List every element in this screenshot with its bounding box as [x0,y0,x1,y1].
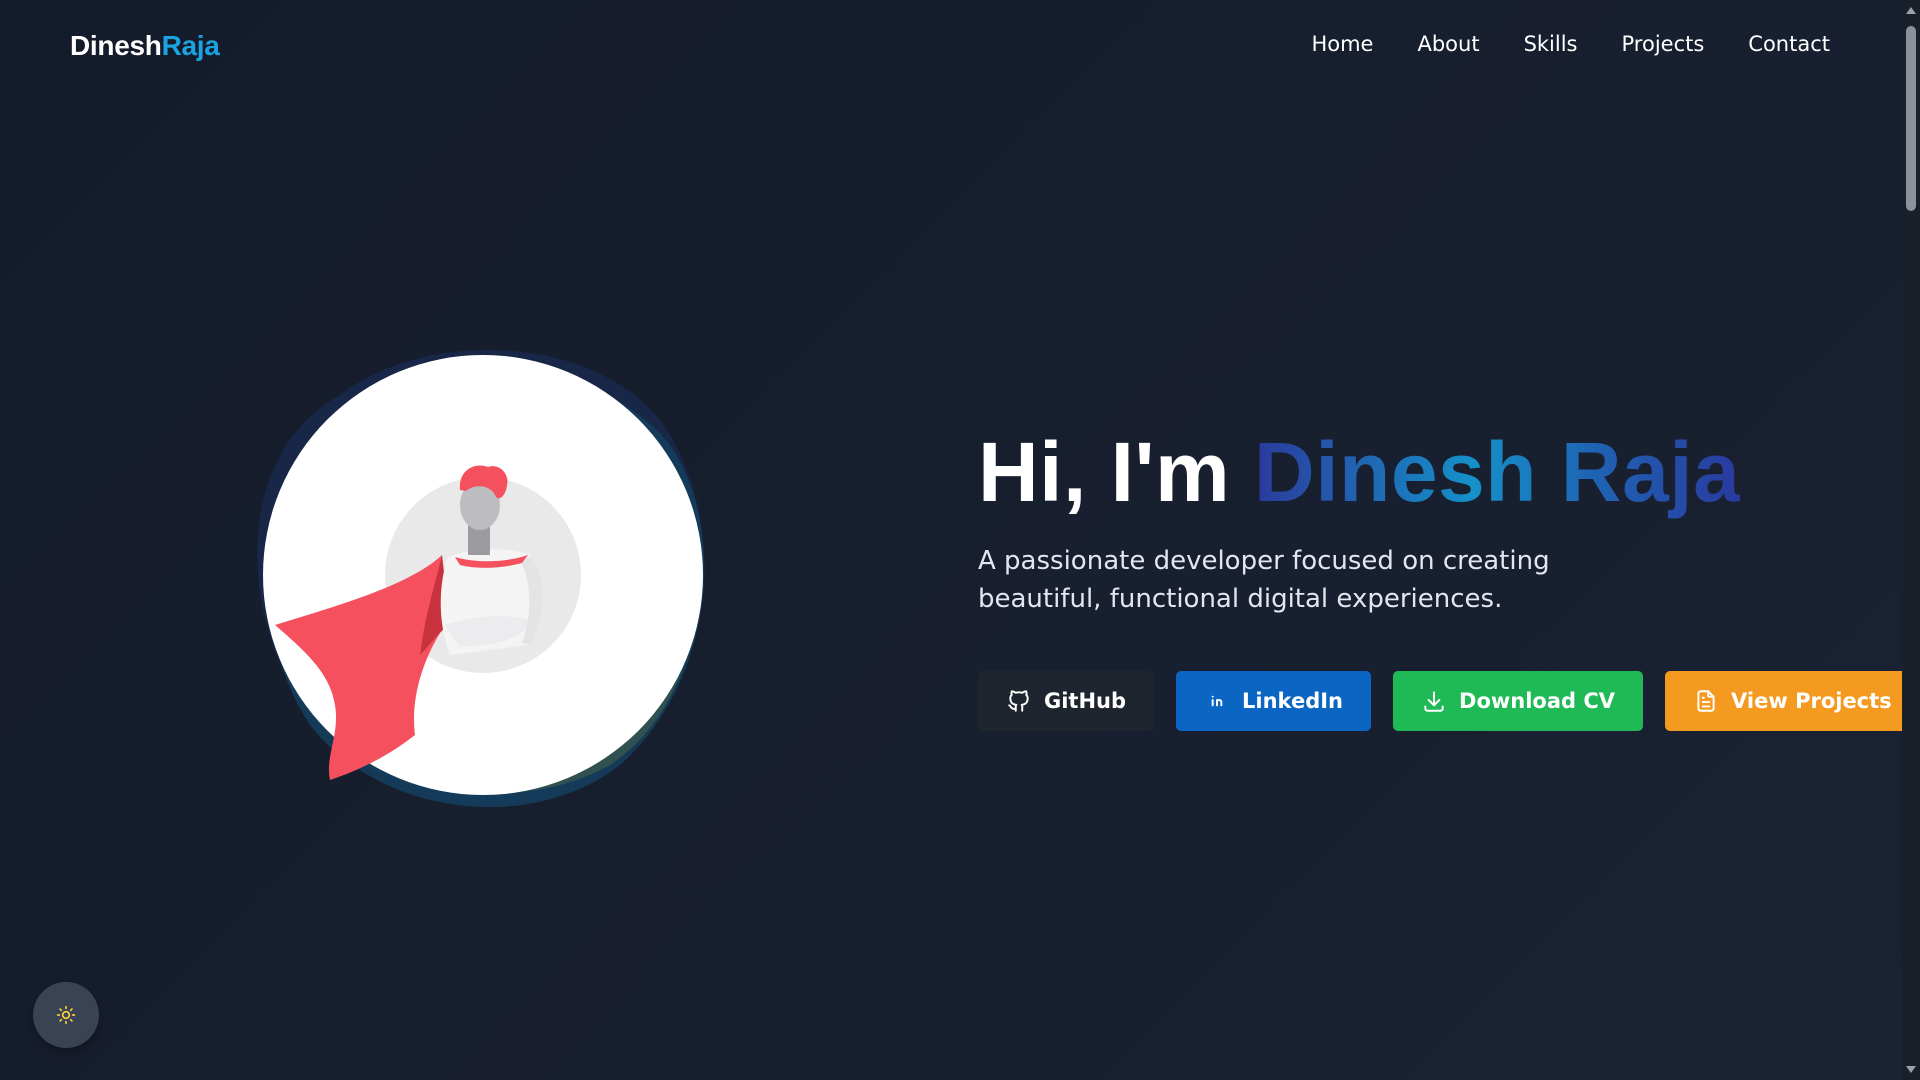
hero-name: Dinesh Raja [1254,425,1741,519]
nav-link-home[interactable]: Home [1311,32,1373,56]
scroll-thumb[interactable] [1906,26,1916,211]
hero-avatar [230,325,730,815]
nav-link-projects[interactable]: Projects [1622,32,1705,56]
download-cv-button[interactable]: Download CV [1393,671,1644,731]
sun-icon [56,1005,76,1025]
hero-buttons: GitHub LinkedIn Download CV View Project… [978,671,1920,731]
download-icon [1424,691,1444,712]
view-projects-button-label: View Projects [1731,689,1892,713]
github-icon [1008,690,1029,712]
hero-heading: Hi, I'm Dinesh Raja [978,430,1858,514]
download-cv-button-label: Download CV [1459,689,1616,713]
logo-first-name: Dinesh [70,30,162,61]
view-projects-button[interactable]: View Projects [1665,671,1920,731]
document-icon [1697,690,1715,712]
page-scrollbar[interactable] [1902,0,1920,1080]
main-nav: Home About Skills Projects Contact [1311,32,1830,56]
scroll-up-arrow[interactable] [1906,7,1916,14]
hero-tagline: A passionate developer focused on creati… [978,546,1550,614]
logo-last-name: Raja [161,30,220,61]
scroll-down-arrow[interactable] [1906,1066,1916,1073]
github-button[interactable]: GitHub [978,671,1155,731]
hero-section: Hi, I'm Dinesh Raja A passionate develop… [978,430,1858,618]
nav-link-contact[interactable]: Contact [1748,32,1830,56]
hero-greeting: Hi, I'm [978,425,1231,519]
site-logo[interactable]: DineshRaja [70,30,220,62]
nav-link-skills[interactable]: Skills [1524,32,1578,56]
github-button-label: GitHub [1044,689,1127,713]
theme-toggle-button[interactable] [33,982,99,1048]
nav-link-about[interactable]: About [1417,32,1479,56]
linkedin-icon [1211,695,1223,707]
linkedin-button-label: LinkedIn [1242,689,1344,713]
superhero-illustration [257,349,705,808]
linkedin-button[interactable]: LinkedIn [1176,671,1372,731]
